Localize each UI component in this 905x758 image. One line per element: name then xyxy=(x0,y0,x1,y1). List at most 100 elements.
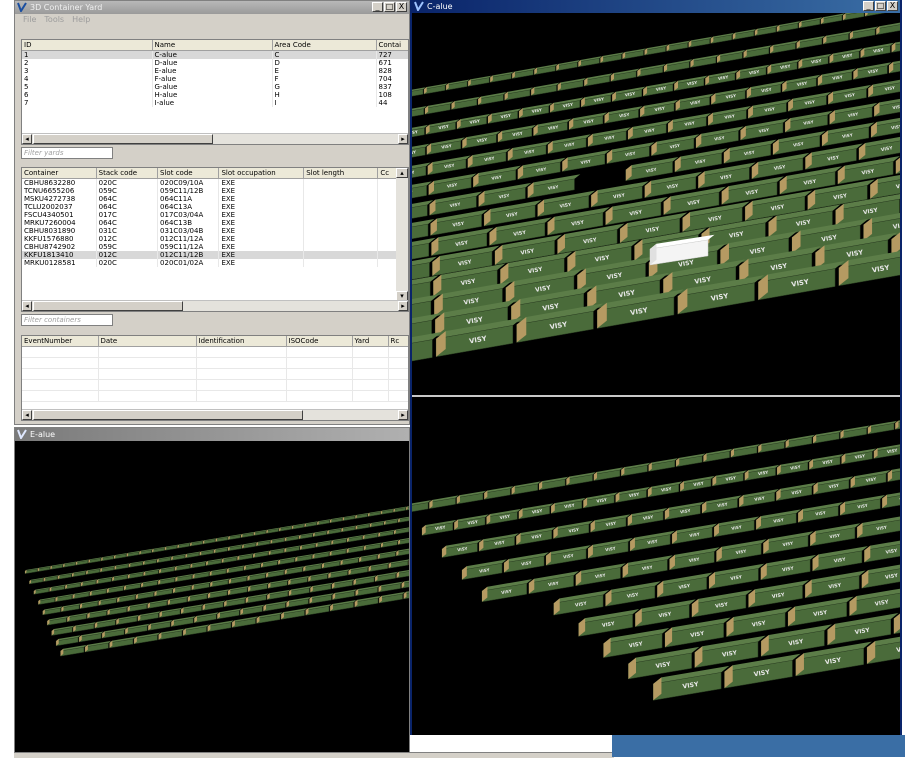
shipping-container[interactable]: VISY xyxy=(546,545,591,565)
shipping-container[interactable] xyxy=(378,551,398,559)
event-row[interactable] xyxy=(22,369,408,380)
shipping-container[interactable] xyxy=(185,552,200,558)
shipping-container[interactable] xyxy=(356,523,371,529)
shipping-container[interactable]: VISY xyxy=(612,87,645,102)
shipping-container[interactable] xyxy=(80,600,100,608)
shipping-container[interactable]: VISY xyxy=(533,119,571,136)
yard-column-header[interactable]: Name xyxy=(152,40,272,51)
shipping-container[interactable]: VISY xyxy=(426,119,459,134)
shipping-container[interactable]: VISY xyxy=(809,454,843,470)
shipping-container[interactable]: VISY xyxy=(889,56,900,73)
container-column-header[interactable]: Slot code xyxy=(158,168,219,179)
shipping-container[interactable]: VISY xyxy=(429,173,477,195)
c-3d-viewport-top[interactable]: VISYVISYVISYVISYVISYVISYVISYVISYVISYVISY… xyxy=(412,13,900,395)
shipping-container[interactable] xyxy=(313,530,328,536)
shipping-container[interactable] xyxy=(332,579,355,589)
shipping-container[interactable] xyxy=(424,83,448,94)
shipping-container[interactable]: VISY xyxy=(714,516,759,536)
menu-help[interactable]: Help xyxy=(72,14,90,26)
shipping-container[interactable]: VISY xyxy=(739,489,779,507)
shipping-container[interactable] xyxy=(55,594,73,602)
shipping-container[interactable]: VISY xyxy=(675,148,728,172)
shipping-container[interactable]: VISY xyxy=(468,148,511,167)
shipping-container[interactable]: VISY xyxy=(830,103,878,125)
shipping-container[interactable]: VISY xyxy=(605,106,643,123)
shipping-container[interactable] xyxy=(257,612,283,623)
shipping-container[interactable] xyxy=(821,13,845,24)
shipping-container[interactable]: VISY xyxy=(427,137,465,154)
shipping-container[interactable] xyxy=(330,517,344,523)
shipping-container[interactable]: VISY xyxy=(842,448,876,464)
shipping-container[interactable] xyxy=(227,565,245,573)
shipping-container[interactable] xyxy=(228,534,242,540)
shipping-container[interactable] xyxy=(744,45,772,58)
shipping-container[interactable] xyxy=(279,526,293,532)
shipping-container[interactable]: VISY xyxy=(665,618,731,648)
shipping-container[interactable] xyxy=(312,551,330,559)
shipping-container[interactable] xyxy=(379,592,405,603)
shipping-container[interactable] xyxy=(159,566,176,573)
shipping-container[interactable] xyxy=(269,548,286,555)
shipping-container[interactable]: VISY xyxy=(607,142,655,164)
shipping-container[interactable] xyxy=(396,547,409,555)
shipping-container[interactable] xyxy=(354,575,377,585)
yards-grid[interactable]: IDNameArea CodeContai 1C-alueC7272D-alue… xyxy=(21,39,409,145)
container-row[interactable]: MRKU0128581020C020C01/02AEXE xyxy=(22,259,408,267)
shipping-container[interactable]: VISY xyxy=(442,540,482,558)
shipping-container[interactable]: VISY xyxy=(528,174,581,198)
shipping-container[interactable]: VISY xyxy=(712,470,746,486)
shipping-container[interactable] xyxy=(865,13,889,16)
shipping-container[interactable] xyxy=(25,568,39,574)
shipping-container[interactable] xyxy=(381,509,395,515)
shipping-container[interactable] xyxy=(299,533,314,539)
shipping-container[interactable] xyxy=(770,41,798,54)
shipping-container[interactable] xyxy=(850,27,878,40)
shipping-container[interactable] xyxy=(292,523,306,529)
shipping-container[interactable] xyxy=(183,625,209,636)
shipping-container[interactable] xyxy=(359,554,379,562)
minimize-button[interactable]: _ xyxy=(372,2,383,12)
shipping-container[interactable] xyxy=(138,611,161,621)
shipping-container[interactable] xyxy=(327,528,342,534)
shipping-container[interactable]: VISY xyxy=(428,155,471,174)
shipping-container[interactable] xyxy=(34,587,51,594)
shipping-container[interactable] xyxy=(242,542,257,548)
scroll-left-arrow-icon[interactable]: ◂ xyxy=(22,301,32,311)
shipping-container[interactable]: VISY xyxy=(430,192,483,216)
shipping-container[interactable] xyxy=(173,585,193,593)
shipping-container[interactable] xyxy=(61,645,87,656)
shipping-container[interactable] xyxy=(363,532,380,539)
shipping-container[interactable] xyxy=(267,590,290,600)
shipping-container[interactable]: VISY xyxy=(488,108,521,123)
shipping-container[interactable] xyxy=(128,603,149,612)
shipping-container[interactable] xyxy=(676,453,705,466)
shipping-container[interactable] xyxy=(490,72,514,83)
shipping-container[interactable] xyxy=(731,444,760,457)
shipping-container[interactable]: VISY xyxy=(518,158,566,180)
shipping-container[interactable] xyxy=(412,87,426,98)
shipping-container[interactable]: VISY xyxy=(727,607,793,637)
shipping-container[interactable] xyxy=(623,48,647,59)
shipping-container[interactable] xyxy=(355,596,381,607)
shipping-container[interactable] xyxy=(208,589,229,598)
shipping-container[interactable]: VISY xyxy=(422,520,456,536)
shipping-container[interactable] xyxy=(317,519,331,525)
shipping-container[interactable]: VISY xyxy=(818,69,856,86)
shipping-container[interactable]: VISY xyxy=(670,547,720,570)
event-column-header[interactable]: Rc xyxy=(388,336,408,347)
shipping-container[interactable] xyxy=(457,491,486,504)
event-row[interactable] xyxy=(22,380,408,391)
shipping-container[interactable]: VISY xyxy=(626,157,679,181)
shipping-container[interactable] xyxy=(777,21,801,32)
shipping-container[interactable] xyxy=(558,78,586,91)
shipping-container[interactable] xyxy=(171,616,196,626)
shipping-container[interactable] xyxy=(43,606,63,614)
shipping-container[interactable]: VISY xyxy=(830,48,863,63)
shipping-container[interactable] xyxy=(404,588,409,599)
shipping-container[interactable] xyxy=(241,532,255,538)
shipping-container[interactable] xyxy=(868,421,897,434)
shipping-container[interactable] xyxy=(664,59,692,72)
shipping-container[interactable] xyxy=(171,554,186,560)
shipping-container[interactable] xyxy=(384,518,399,524)
shipping-container[interactable] xyxy=(116,615,139,625)
